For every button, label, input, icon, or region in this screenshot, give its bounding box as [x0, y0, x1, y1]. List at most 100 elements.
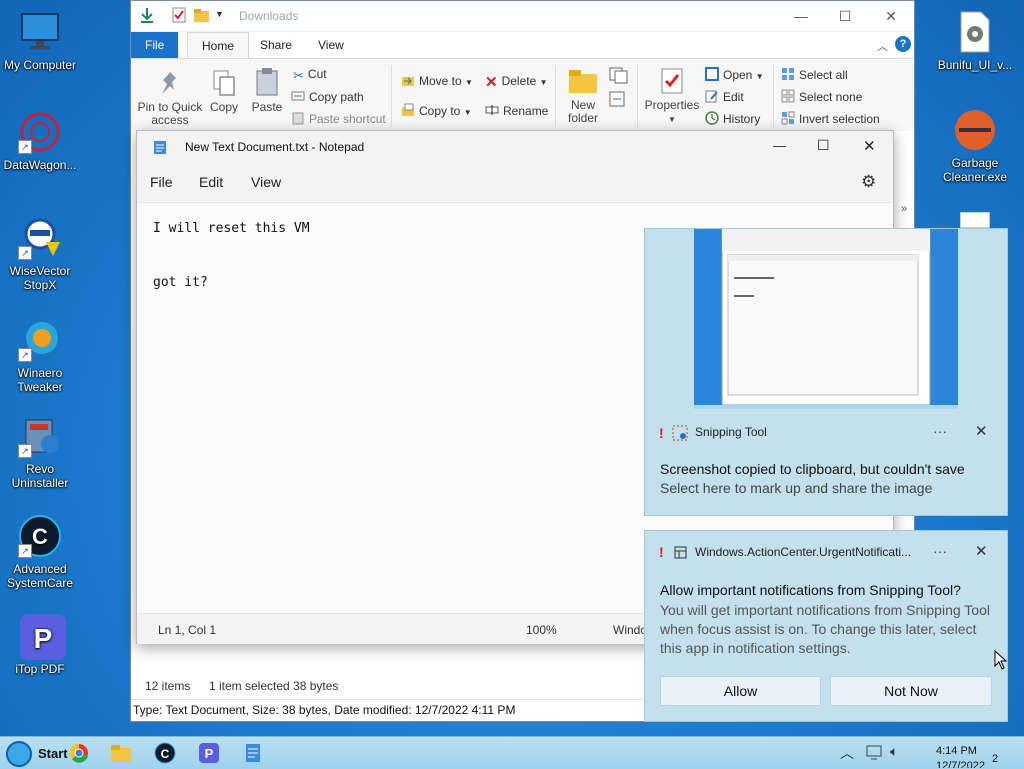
- notepad-taskbar-icon[interactable]: [242, 742, 264, 764]
- copy-path-button[interactable]: Copy path: [291, 89, 364, 104]
- more-options-icon[interactable]: ···: [933, 543, 947, 559]
- maximize-icon[interactable]: ☐: [835, 7, 855, 25]
- collapse-ribbon-icon[interactable]: ︿: [877, 38, 888, 54]
- urgent-notification-toast[interactable]: ! Windows.ActionCenter.UrgentNotificati.…: [644, 530, 1008, 722]
- tab-file[interactable]: File: [131, 32, 179, 58]
- clock-date[interactable]: 12/7/2022: [936, 760, 985, 768]
- desktop-icon-winaero[interactable]: ↗ Winaero Tweaker: [0, 318, 80, 394]
- notification-count-badge[interactable]: 2: [992, 753, 998, 765]
- datawagon-icon: ↗: [18, 110, 62, 154]
- pin-to-quick-access-button[interactable]: Pin to Quick access: [137, 69, 203, 127]
- ribbon-separator: [637, 65, 638, 127]
- shortcut-arrow-icon: ↗: [18, 444, 32, 458]
- properties-button[interactable]: Properties ▼: [643, 67, 701, 126]
- tab-home[interactable]: Home: [187, 32, 250, 59]
- rename-icon: [485, 105, 499, 115]
- notepad-title-bar[interactable]: New Text Document.txt - Notepad — ☐ ✕: [137, 131, 893, 163]
- new-folder-button[interactable]: New folder: [561, 67, 605, 125]
- advanced-systemcare-icon[interactable]: C: [154, 742, 176, 764]
- not-now-button[interactable]: Not Now: [830, 676, 992, 706]
- toast-title: Screenshot copied to clipboard, but coul…: [660, 461, 965, 477]
- menu-edit[interactable]: Edit: [199, 174, 223, 190]
- scroll-right-icon[interactable]: »: [901, 203, 907, 215]
- revo-uninstaller-icon: ↗: [18, 414, 62, 458]
- desktop-icon-text-file-partial[interactable]: [959, 211, 991, 229]
- close-icon[interactable]: ✕: [881, 7, 901, 25]
- explorer-title: Downloads: [239, 9, 299, 23]
- notepad-title: New Text Document.txt - Notepad: [185, 140, 365, 154]
- history-button[interactable]: History: [705, 111, 760, 126]
- rename-button[interactable]: Rename: [485, 103, 548, 118]
- invert-selection-button[interactable]: Invert selection: [781, 111, 880, 126]
- edit-button[interactable]: Edit: [705, 89, 744, 104]
- copy-folder-icon: [402, 103, 414, 116]
- menu-file[interactable]: File: [150, 174, 173, 190]
- paste-button[interactable]: Paste: [249, 67, 285, 114]
- cut-button[interactable]: ✂ Cut: [293, 67, 327, 83]
- close-icon[interactable]: ✕: [975, 542, 988, 560]
- properties-check-icon[interactable]: [171, 7, 187, 23]
- chrome-icon[interactable]: [68, 742, 90, 764]
- winaero-icon: ↗: [18, 318, 62, 362]
- edit-icon: [705, 90, 718, 103]
- help-icon[interactable]: ?: [895, 36, 911, 52]
- select-none-button[interactable]: Select none: [781, 89, 862, 104]
- download-icon[interactable]: [139, 7, 155, 23]
- desktop-icon-datawagon[interactable]: ↗ DataWagon...: [0, 110, 80, 172]
- clock-time[interactable]: 4:14 PM: [936, 745, 977, 757]
- qat-dropdown-icon[interactable]: ▼: [215, 9, 224, 19]
- itop-pdf-icon[interactable]: P: [198, 742, 220, 764]
- svg-text:P: P: [34, 623, 53, 654]
- notepad-icon: [154, 141, 166, 154]
- maximize-icon[interactable]: ☐: [817, 137, 830, 154]
- new-folder-icon[interactable]: [193, 7, 209, 23]
- desktop-icon-revo[interactable]: ↗ Revo Uninstaller: [0, 414, 80, 490]
- desktop-icon-itop-pdf[interactable]: P iTop PDF: [0, 614, 80, 676]
- copy-to-button[interactable]: Copy to ▼: [401, 103, 472, 118]
- desktop-icon-advanced-systemcare[interactable]: C ↗ Advanced SystemCare: [0, 514, 80, 590]
- easy-access-icon[interactable]: [607, 89, 631, 109]
- gear-icon[interactable]: ⚙: [861, 172, 876, 192]
- copy-button[interactable]: Copy: [207, 69, 241, 114]
- close-icon[interactable]: ✕: [975, 422, 988, 440]
- svg-text:C: C: [32, 524, 48, 549]
- snipping-tool-toast[interactable]: ! Snipping Tool ··· ✕ Screenshot copied …: [644, 228, 1008, 516]
- menu-view[interactable]: View: [251, 174, 281, 190]
- close-icon[interactable]: ✕: [863, 137, 876, 155]
- toast-body: You will get important notifications fro…: [660, 602, 990, 656]
- delete-button[interactable]: ✕ Delete ▼: [485, 73, 548, 91]
- desktop-icon-wisevector[interactable]: ↗ WiseVector StopX: [0, 216, 80, 292]
- desktop-icon-my-computer[interactable]: My Computer: [0, 10, 80, 72]
- paste-shortcut-button[interactable]: Paste shortcut: [291, 111, 386, 126]
- tab-share[interactable]: Share: [246, 32, 306, 58]
- desktop-icon-garbage-cleaner[interactable]: Garbage Cleaner.exe: [935, 108, 1015, 184]
- more-options-icon[interactable]: ···: [933, 423, 947, 439]
- allow-button[interactable]: Allow: [660, 676, 821, 706]
- properties-icon: [661, 68, 683, 94]
- minimize-icon[interactable]: —: [773, 138, 786, 153]
- screenshot-thumbnail[interactable]: [694, 229, 958, 409]
- text-line: I will reset this VM: [153, 221, 310, 236]
- minimize-icon[interactable]: —: [791, 7, 811, 25]
- mouse-cursor-icon: [994, 650, 1008, 670]
- start-button[interactable]: Start: [2, 739, 70, 767]
- urgent-icon: !: [659, 544, 664, 560]
- volume-icon[interactable]: 🔈︎: [890, 743, 898, 760]
- explorer-title-bar[interactable]: ▼ Downloads — ☐ ✕: [131, 1, 914, 32]
- start-label: Start: [38, 746, 68, 761]
- toast-title: Allow important notifications from Snipp…: [660, 582, 961, 598]
- open-button[interactable]: Open ▼: [705, 67, 764, 82]
- paste-icon: [256, 68, 278, 96]
- select-all-button[interactable]: Select all: [781, 67, 848, 82]
- show-hidden-icons-icon[interactable]: ︿: [840, 743, 854, 763]
- network-icon[interactable]: [866, 745, 884, 761]
- file-explorer-icon[interactable]: [110, 742, 132, 764]
- new-item-icon[interactable]: [607, 65, 631, 85]
- snipping-tool-icon: [672, 425, 688, 441]
- move-to-button[interactable]: Move to ▼: [401, 73, 473, 88]
- tab-view[interactable]: View: [304, 32, 358, 58]
- svg-text:C: C: [161, 747, 170, 761]
- desktop-icon-bunifu[interactable]: Bunifu_UI_v...: [935, 10, 1015, 72]
- toast-app-name: Windows.ActionCenter.UrgentNotificati...: [695, 545, 912, 559]
- paste-shortcut-icon: [292, 112, 304, 125]
